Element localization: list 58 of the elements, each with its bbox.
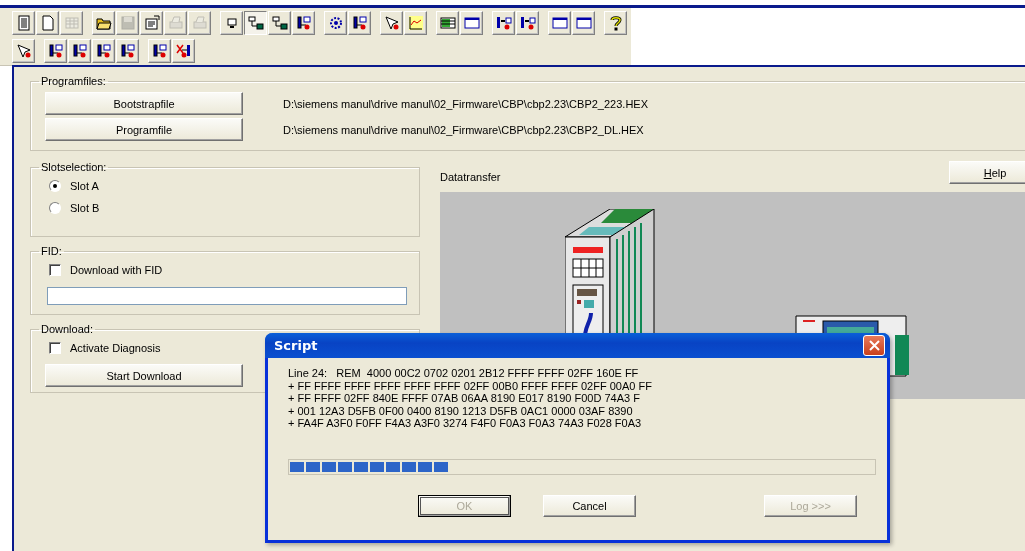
start-download-button[interactable]: Start Download (45, 364, 243, 387)
radio-label: Slot B (70, 202, 100, 214)
checkbox-label: Download with FID (70, 264, 163, 276)
save-icon (119, 15, 136, 31)
cursor-icon (15, 43, 32, 59)
radio-button[interactable] (49, 202, 61, 214)
device-icon (351, 15, 368, 31)
file-button[interactable]: Programfile (45, 118, 243, 141)
group-title: Slotselection: (40, 161, 108, 173)
document-icon (15, 15, 32, 31)
group-title: Programfiles: (40, 75, 107, 87)
file-path: D:\siemens manul\drive manul\02_Firmware\CBP\cbp2.23\CBP2_DL.HEX (283, 123, 644, 136)
transfer-icon (495, 15, 512, 31)
help-button[interactable]: Help (949, 161, 1025, 184)
properties-icon (143, 15, 160, 31)
device-icon (295, 15, 312, 31)
printer-icon (191, 15, 208, 31)
script-line: + 001 12A3 D5FB 0F00 0400 8190 1213 D5FB 0AC1 0000 03AF 8390 (288, 404, 634, 417)
table-icon (439, 15, 456, 31)
script-line: + FA4F A3F0 F0FF F4A3 A3F0 3274 F4F0 F0A3 F0A3 74A3 F028 F0A3 (288, 417, 643, 429)
printer-icon (167, 15, 184, 31)
script-line: + FF FFFF FFFF FFFF FFFF FFFF 02FF 00B0 FFFF FFFF 02FF 00A0 FF (288, 379, 653, 392)
toolbar-button[interactable] (244, 11, 267, 35)
checkbox[interactable] (49, 342, 61, 354)
checkbox[interactable] (49, 264, 61, 276)
cursor-icon (383, 15, 400, 31)
script-line: Line 24: REM 4000 00C2 0702 0201 2B12 FFFF FFFF 02FF 160E FF (288, 367, 640, 380)
dialog-button[interactable]: Cancel (543, 495, 636, 517)
file-button[interactable]: Bootstrapfile (45, 92, 243, 115)
device-icon (47, 43, 64, 59)
window-icon (575, 15, 592, 31)
file-path: D:\siemens manul\drive manul\02_Firmware\CBP\cbp2.23\CBP2_223.HEX (283, 97, 648, 110)
grid-icon (63, 15, 80, 31)
transfer-icon (519, 15, 536, 31)
chart-icon (407, 15, 424, 31)
network-icon (271, 15, 288, 31)
script-line: + FF FFFF 02FF 840E FFFF 07AB 06AA 8190 E017 8190 F00D 74A3 F (288, 392, 641, 405)
fid-input-field[interactable] (47, 287, 407, 305)
checkbox-label: Activate Diagnosis (70, 342, 161, 354)
group-title: FID: (40, 245, 63, 257)
window-icon (551, 15, 568, 31)
remove-icon (175, 43, 192, 59)
group-title: Download: (40, 323, 94, 335)
radio-button[interactable] (49, 180, 61, 192)
device-icon (95, 43, 112, 59)
close-button[interactable] (863, 335, 885, 356)
datatransfer-label: Datatransfer (440, 171, 501, 183)
folder-icon (95, 15, 112, 31)
device-icon (119, 43, 136, 59)
device-icon (71, 43, 88, 59)
gear-icon (327, 15, 344, 31)
dialog-title: Script (274, 338, 318, 353)
page-icon (39, 15, 56, 31)
radio-label: Slot A (70, 180, 99, 192)
window-icon (463, 15, 480, 31)
close-icon (868, 340, 880, 351)
device-icon (151, 43, 168, 59)
network-icon (247, 15, 264, 31)
